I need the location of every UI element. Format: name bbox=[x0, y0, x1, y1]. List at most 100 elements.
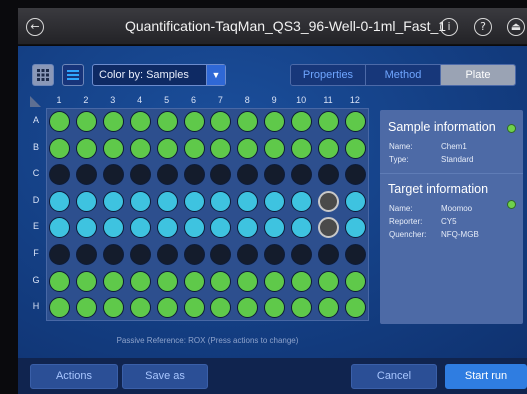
plate-well[interactable] bbox=[156, 270, 178, 292]
plate-well[interactable] bbox=[344, 164, 366, 186]
plate-well[interactable] bbox=[102, 190, 124, 212]
info-icon[interactable]: ⅰ bbox=[440, 18, 458, 36]
column-header[interactable]: 4 bbox=[127, 95, 153, 105]
plate-select-all-corner[interactable] bbox=[30, 96, 41, 107]
plate-well[interactable] bbox=[49, 137, 70, 159]
plate-well[interactable] bbox=[291, 137, 313, 159]
plate-well[interactable] bbox=[75, 244, 97, 265]
plate-well[interactable] bbox=[291, 111, 313, 132]
plate-well[interactable] bbox=[183, 297, 205, 319]
plate-well[interactable] bbox=[344, 297, 366, 319]
plate-well[interactable] bbox=[129, 137, 151, 159]
plate-well[interactable] bbox=[102, 111, 124, 132]
plate-well[interactable] bbox=[183, 137, 205, 159]
plate-well[interactable] bbox=[344, 111, 366, 132]
row-header[interactable]: G bbox=[30, 275, 42, 285]
plate-well[interactable] bbox=[156, 111, 178, 132]
column-header[interactable]: 12 bbox=[342, 95, 368, 105]
cancel-button[interactable]: Cancel bbox=[351, 364, 437, 389]
row-header[interactable]: B bbox=[30, 142, 42, 152]
plate-well[interactable] bbox=[49, 111, 70, 132]
tab-method[interactable]: Method bbox=[366, 65, 441, 85]
plate-well[interactable] bbox=[102, 164, 124, 186]
column-header[interactable]: 5 bbox=[154, 95, 180, 105]
plate-well[interactable] bbox=[183, 190, 205, 212]
plate-well[interactable] bbox=[318, 244, 339, 265]
plate-well[interactable] bbox=[156, 137, 178, 159]
plate-well[interactable] bbox=[237, 270, 259, 292]
grid-view-button[interactable] bbox=[32, 64, 54, 86]
plate-well[interactable] bbox=[49, 270, 70, 292]
plate-well[interactable] bbox=[156, 217, 178, 239]
plate-well[interactable] bbox=[344, 270, 366, 292]
column-header[interactable]: 11 bbox=[315, 95, 341, 105]
plate-well[interactable] bbox=[291, 244, 313, 265]
plate-well[interactable] bbox=[344, 190, 366, 212]
start-run-button[interactable]: Start run bbox=[445, 364, 527, 389]
plate-well[interactable] bbox=[102, 297, 124, 319]
plate-well[interactable] bbox=[102, 244, 124, 265]
plate-well[interactable] bbox=[183, 270, 205, 292]
plate-well[interactable] bbox=[129, 244, 151, 265]
column-header[interactable]: 6 bbox=[181, 95, 207, 105]
plate-well[interactable] bbox=[264, 137, 286, 159]
plate-well[interactable] bbox=[183, 217, 205, 239]
plate-well[interactable] bbox=[183, 244, 205, 265]
plate-well[interactable] bbox=[344, 137, 366, 159]
row-header[interactable]: H bbox=[30, 301, 42, 311]
plate-well[interactable] bbox=[318, 190, 339, 212]
column-header[interactable]: 9 bbox=[261, 95, 287, 105]
list-view-button[interactable] bbox=[62, 64, 84, 86]
plate-well[interactable] bbox=[102, 137, 124, 159]
row-header[interactable]: F bbox=[30, 248, 42, 258]
plate-well[interactable] bbox=[237, 137, 259, 159]
plate-well[interactable] bbox=[129, 217, 151, 239]
plate-well[interactable] bbox=[129, 297, 151, 319]
tab-properties[interactable]: Properties bbox=[291, 65, 366, 85]
row-header[interactable]: A bbox=[30, 115, 42, 125]
column-header[interactable]: 3 bbox=[100, 95, 126, 105]
color-by-dropdown[interactable]: Color by: Samples ▼ bbox=[92, 64, 226, 86]
plate-well[interactable] bbox=[264, 190, 286, 212]
plate-well[interactable] bbox=[129, 270, 151, 292]
column-header[interactable]: 8 bbox=[234, 95, 260, 105]
plate-well[interactable] bbox=[49, 244, 70, 265]
plate-well[interactable] bbox=[75, 297, 97, 319]
back-arrow-icon[interactable]: ← bbox=[26, 18, 44, 36]
row-header[interactable]: E bbox=[30, 221, 42, 231]
plate-well[interactable] bbox=[75, 137, 97, 159]
plate-well[interactable] bbox=[156, 297, 178, 319]
actions-button[interactable]: Actions bbox=[30, 364, 118, 389]
plate-well[interactable] bbox=[102, 270, 124, 292]
plate-well[interactable] bbox=[291, 270, 313, 292]
plate-well[interactable] bbox=[129, 111, 151, 132]
plate-well[interactable] bbox=[75, 164, 97, 186]
plate-well[interactable] bbox=[237, 190, 259, 212]
row-header[interactable]: C bbox=[30, 168, 42, 178]
column-header[interactable]: 2 bbox=[73, 95, 99, 105]
plate-well[interactable] bbox=[318, 270, 339, 292]
save-as-button[interactable]: Save as bbox=[122, 364, 208, 389]
tab-plate[interactable]: Plate bbox=[441, 65, 515, 85]
plate-well[interactable] bbox=[49, 190, 70, 212]
plate-well[interactable] bbox=[129, 164, 151, 186]
column-header[interactable]: 1 bbox=[46, 95, 72, 105]
plate-well[interactable] bbox=[75, 270, 97, 292]
column-header[interactable]: 10 bbox=[288, 95, 314, 105]
plate-well[interactable] bbox=[75, 111, 97, 132]
plate-well[interactable] bbox=[210, 137, 232, 159]
plate-well[interactable] bbox=[156, 244, 178, 265]
plate-well[interactable] bbox=[156, 164, 178, 186]
plate-well[interactable] bbox=[318, 137, 339, 159]
plate-well[interactable] bbox=[156, 190, 178, 212]
eject-icon[interactable]: ⏏ bbox=[507, 18, 525, 36]
plate-well[interactable] bbox=[183, 111, 205, 132]
plate-well[interactable] bbox=[75, 190, 97, 212]
plate-well[interactable] bbox=[210, 270, 232, 292]
plate-well[interactable] bbox=[129, 190, 151, 212]
plate-well[interactable] bbox=[344, 244, 366, 265]
plate-well[interactable] bbox=[318, 111, 339, 132]
plate-well[interactable] bbox=[183, 164, 205, 186]
column-header[interactable]: 7 bbox=[207, 95, 233, 105]
plate-well[interactable] bbox=[291, 190, 313, 212]
